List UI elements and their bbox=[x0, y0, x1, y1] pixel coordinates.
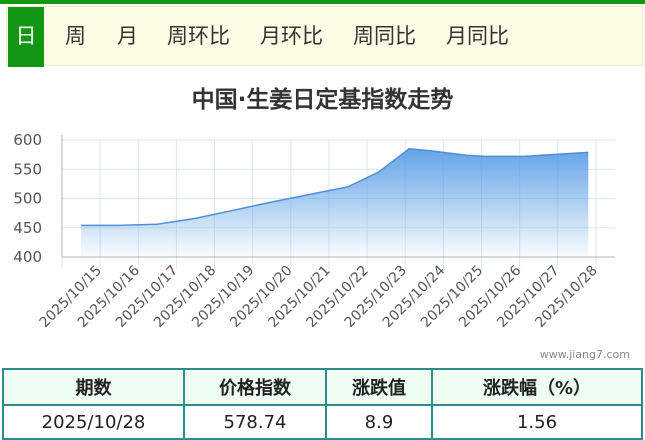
y-axis-ticks: 400 450 500 550 600 bbox=[13, 131, 42, 266]
y-tick-label: 400 bbox=[13, 248, 42, 266]
x-axis-ticks: 2025/10/152025/10/162025/10/172025/10/18… bbox=[37, 262, 601, 330]
y-tick-label: 600 bbox=[13, 131, 42, 149]
cell-change-value: 8.9 bbox=[325, 404, 433, 440]
cell-period: 2025/10/28 bbox=[2, 404, 185, 440]
table-header-row: 期数 价格指数 涨跌值 涨跌幅（%） bbox=[2, 368, 643, 406]
watermark: www.jiang7.com bbox=[540, 348, 630, 361]
y-tick-label: 450 bbox=[13, 219, 42, 237]
series-area bbox=[81, 148, 589, 257]
cell-price-index: 578.74 bbox=[183, 404, 327, 440]
header-change-percent: 涨跌幅（%） bbox=[431, 368, 643, 406]
header-period: 期数 bbox=[2, 368, 185, 406]
latest-index-table: 期数 价格指数 涨跌值 涨跌幅（%） 2025/10/28 578.74 8.9… bbox=[2, 368, 643, 440]
cell-change-percent: 1.56 bbox=[431, 404, 643, 440]
y-tick-label: 550 bbox=[13, 160, 42, 178]
table-row: 2025/10/28 578.74 8.9 1.56 bbox=[2, 404, 643, 440]
header-change-value: 涨跌值 bbox=[325, 368, 433, 406]
header-price-index: 价格指数 bbox=[183, 368, 327, 406]
y-tick-label: 500 bbox=[13, 190, 42, 208]
